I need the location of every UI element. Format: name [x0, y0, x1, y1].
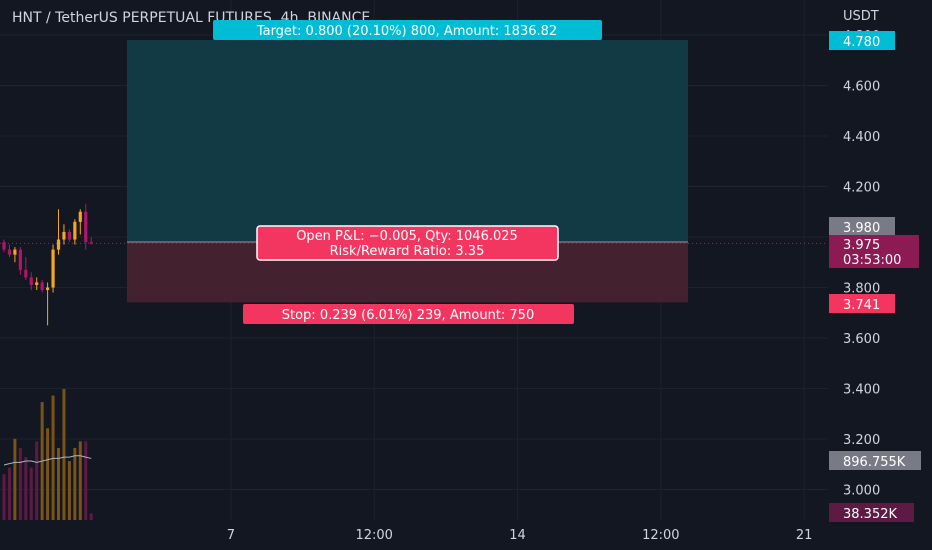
candle-body [18, 249, 22, 270]
volume-bar [73, 447, 77, 520]
volume-bar [35, 441, 39, 520]
svg-text:38.352K: 38.352K [843, 507, 897, 522]
y-tick-label: 4.200 [843, 181, 880, 196]
candle-body [46, 287, 50, 291]
candle-body [89, 242, 93, 244]
y-tick-label: 3.400 [843, 383, 880, 398]
volume-bar [13, 438, 17, 520]
countdown-text: 03:53:00 [843, 253, 901, 268]
candle-body [2, 242, 6, 250]
x-tick-label: 7 [227, 528, 235, 543]
last-price-text: 3.975 [843, 238, 880, 253]
profit-zone[interactable] [127, 40, 688, 243]
pnl-label[interactable]: Open P&L: −0.005, Qty: 1046.025 Risk/Rew… [256, 225, 559, 261]
x-tick-label: 12:00 [355, 528, 392, 543]
x-tick-label: 14 [509, 528, 526, 543]
stop-label[interactable]: Stop: 0.239 (6.01%) 239, Amount: 750 [243, 304, 574, 324]
candle-body [24, 269, 28, 278]
candle-body [84, 211, 88, 243]
candle-body [40, 282, 44, 291]
price-chart[interactable]: 3.0003.2003.4003.6003.8004.0004.2004.400… [0, 0, 932, 550]
volume-bar [62, 389, 66, 520]
x-tick-label: 21 [796, 528, 813, 543]
target-label-text: Target: 0.800 (20.10%) 800, Amount: 1836… [256, 24, 557, 39]
candle-body [62, 231, 66, 240]
volume-tag: 38.352K [829, 503, 914, 522]
candle-body [7, 249, 12, 255]
target-label[interactable]: Target: 0.800 (20.10%) 800, Amount: 1836… [213, 20, 602, 40]
target-price-tag: 4.780 [829, 31, 895, 50]
y-tick-label: 4.600 [843, 80, 880, 95]
volume-bar [2, 474, 6, 520]
volume-bar [46, 428, 50, 520]
volume-ma-tag: 896.755K [829, 451, 921, 470]
y-tick-label: 4.400 [843, 130, 880, 145]
candle-body [13, 249, 17, 255]
volume-bar [7, 467, 11, 520]
last-price-tag: 3.975 03:53:00 [829, 235, 919, 268]
stop-price-tag: 3.741 [829, 294, 895, 313]
volume-bar [89, 513, 93, 520]
y-tick-label: 3.200 [843, 433, 880, 448]
svg-text:896.755K: 896.755K [843, 455, 906, 470]
currency-label: USDT [843, 9, 879, 24]
svg-text:3.741: 3.741 [843, 298, 880, 313]
candle-body [35, 282, 39, 285]
y-tick-label: 3.000 [843, 484, 880, 499]
svg-text:4.780: 4.780 [843, 35, 880, 50]
candle-body [78, 211, 82, 222]
candle-body [67, 231, 71, 240]
candle-body [51, 249, 55, 288]
y-tick-label: 3.600 [843, 332, 880, 347]
candle-body [56, 239, 61, 250]
candle-body [73, 221, 77, 240]
x-tick-label: 12:00 [642, 528, 679, 543]
volume-bar [84, 441, 88, 520]
stop-label-text: Stop: 0.239 (6.01%) 239, Amount: 750 [282, 308, 534, 323]
volume-bar [29, 467, 33, 520]
svg-text:3.980: 3.980 [843, 221, 880, 236]
rr-text: Risk/Reward Ratio: 3.35 [330, 244, 485, 259]
candle-body [29, 277, 33, 285]
volume-bar [78, 441, 82, 520]
volume-bar [51, 395, 55, 520]
volume-bar [18, 447, 22, 520]
volume-bar [67, 461, 71, 520]
pnl-text: Open P&L: −0.005, Qty: 1046.025 [296, 229, 518, 244]
entry-price-tag: 3.980 [829, 217, 895, 236]
volume-bar [24, 457, 28, 520]
